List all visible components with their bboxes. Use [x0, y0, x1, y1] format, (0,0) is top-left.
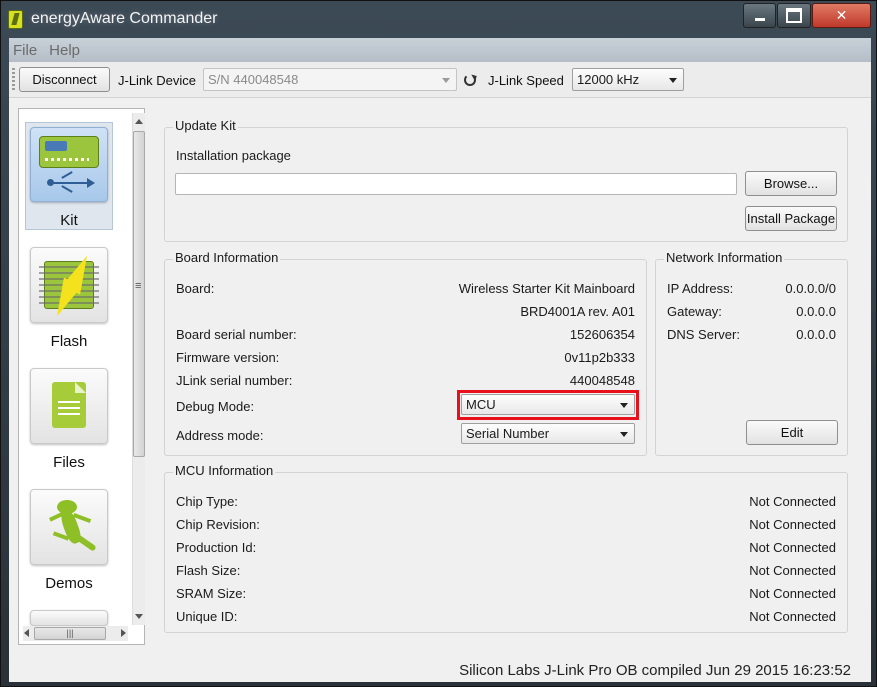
chevron-down-icon [620, 402, 628, 408]
dns-server-label: DNS Server: [667, 327, 740, 342]
network-information-title: Network Information [664, 250, 785, 265]
address-mode-label: Address mode: [176, 428, 264, 443]
sram-size-label: SRAM Size: [176, 586, 247, 601]
scroll-left-icon[interactable] [24, 629, 29, 637]
chip-type-label: Chip Type: [176, 494, 238, 509]
unique-id-value: Not Connected [749, 609, 836, 624]
dns-server-value: 0.0.0.0 [796, 327, 836, 342]
production-id-value: Not Connected [749, 540, 836, 555]
sidebar-horizontal-scrollbar[interactable]: ||| [23, 626, 128, 641]
chip-type-value: Not Connected [749, 494, 836, 509]
board-information-title: Board Information [173, 250, 281, 265]
gateway-label: Gateway: [667, 304, 722, 319]
gateway-value: 0.0.0.0 [796, 304, 836, 319]
chip-revision-label: Chip Revision: [176, 517, 260, 532]
network-information-group: Network Information IP Address: 0.0.0.0/… [655, 250, 848, 456]
jlink-device-value: S/N 440048548 [208, 72, 299, 87]
menu-file[interactable]: File [13, 42, 37, 59]
board-label: Board: [176, 281, 215, 296]
ip-address-value: 0.0.0.0/0 [785, 281, 836, 296]
flash-size-label: Flash Size: [176, 563, 241, 578]
installation-package-input[interactable] [175, 173, 737, 195]
update-kit-title: Update Kit [173, 118, 238, 133]
menu-help[interactable]: Help [49, 42, 80, 59]
sidebar-vertical-scrollbar[interactable] [132, 113, 145, 625]
status-bar: Silicon Labs J-Link Pro OB compiled Jun … [9, 659, 871, 682]
nav-item-files[interactable]: Files [25, 364, 113, 472]
ip-address-label: IP Address: [667, 281, 734, 296]
jlink-speed-label: J-Link Speed [488, 73, 564, 88]
jlink-speed-select[interactable]: 12000 kHz [572, 68, 684, 91]
unique-id-label: Unique ID: [176, 609, 238, 624]
mcu-information-group: MCU Information Chip Type: Not Connected… [164, 463, 848, 633]
nav-item-label: Kit [60, 212, 78, 229]
status-text: Silicon Labs J-Link Pro OB compiled Jun … [459, 662, 851, 679]
scroll-up-icon[interactable] [135, 119, 143, 124]
address-mode-select[interactable]: Serial Number [461, 423, 635, 444]
mcu-information-title: MCU Information [173, 463, 276, 478]
sram-size-value: Not Connected [749, 586, 836, 601]
nav-item-label: Demos [45, 575, 93, 592]
debug-mode-label: Debug Mode: [176, 399, 255, 414]
jlink-speed-value: 12000 kHz [577, 72, 640, 87]
menu-bar: File Help [9, 38, 871, 62]
debug-mode-select[interactable]: MCU [461, 394, 635, 415]
board-revision-value: BRD4001A rev. A01 [520, 304, 635, 319]
firmware-version-value: 0v11p2b333 [564, 350, 635, 365]
app-icon [8, 10, 23, 29]
close-icon: ✕ [835, 7, 848, 23]
title-bar[interactable]: energyAware Commander ✕ [1, 1, 876, 38]
nav-item-label: Files [53, 454, 85, 471]
chevron-down-icon [442, 77, 450, 83]
board-value: Wireless Starter Kit Mainboard [458, 281, 635, 296]
flash-chip-icon [30, 247, 108, 323]
jlink-serial-label: JLink serial number: [176, 373, 293, 388]
board-information-group: Board Information Board: Wireless Starte… [164, 250, 647, 456]
update-kit-group: Update Kit Installation package Browse..… [164, 118, 848, 242]
side-navigation: Kit Flash Files Demos ≡ ||| [18, 108, 145, 645]
firmware-version-label: Firmware version: [176, 350, 280, 365]
toolbar: Disconnect J-Link Device S/N 440048548 J… [9, 62, 871, 98]
scrollbar-thumb[interactable] [133, 131, 145, 457]
gecko-icon [30, 489, 108, 565]
flash-size-value: Not Connected [749, 563, 836, 578]
board-serial-value: 152606354 [569, 327, 635, 342]
disconnect-button[interactable]: Disconnect [19, 67, 110, 92]
address-mode-value: Serial Number [466, 426, 550, 441]
scrollbar-thumb[interactable]: ||| [34, 627, 106, 640]
nav-item-label: Flash [50, 333, 88, 350]
chevron-down-icon [669, 77, 677, 83]
nav-tile-partial [30, 610, 108, 626]
minimize-button[interactable] [743, 3, 776, 28]
installation-package-label: Installation package [176, 148, 291, 163]
scroll-down-icon[interactable] [135, 614, 143, 619]
jlink-device-label: J-Link Device [118, 73, 197, 88]
app-window: energyAware Commander ✕ File Help Discon… [0, 0, 877, 687]
scroll-right-icon[interactable] [121, 629, 126, 637]
browse-button[interactable]: Browse... [745, 171, 837, 196]
file-icon [30, 368, 108, 444]
install-package-button[interactable]: Install Package [745, 206, 837, 231]
edit-network-button[interactable]: Edit [746, 420, 838, 445]
maximize-button[interactable] [777, 3, 811, 28]
jlink-serial-value: 440048548 [569, 373, 635, 388]
debug-mode-value: MCU [466, 397, 496, 412]
kit-board-usb-icon [30, 127, 108, 202]
chip-revision-value: Not Connected [749, 517, 836, 532]
nav-item-kit[interactable]: Kit [25, 122, 113, 230]
nav-item-flash[interactable]: Flash [25, 243, 113, 351]
nav-item-demos[interactable]: Demos [25, 485, 113, 593]
toolbar-grip[interactable] [12, 68, 15, 92]
chevron-down-icon [620, 431, 628, 437]
window-title: energyAware Commander [31, 10, 218, 27]
close-button[interactable]: ✕ [812, 3, 871, 28]
nav-item-next[interactable] [25, 606, 113, 626]
jlink-device-select[interactable]: S/N 440048548 [203, 68, 457, 91]
main-client-area: File Help Disconnect J-Link Device S/N 4… [9, 38, 871, 682]
refresh-icon[interactable] [464, 74, 476, 86]
production-id-label: Production Id: [176, 540, 257, 555]
board-serial-label: Board serial number: [176, 327, 297, 342]
